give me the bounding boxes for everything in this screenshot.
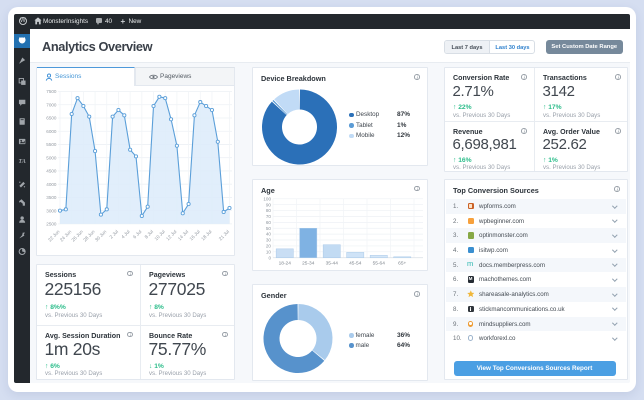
svg-text:4000: 4000: [46, 181, 57, 186]
svg-text:5000: 5000: [46, 155, 57, 160]
svg-text:3000: 3000: [46, 208, 57, 213]
svg-text:70: 70: [266, 214, 272, 219]
svg-text:5500: 5500: [46, 142, 57, 147]
svg-text:65+: 65+: [398, 260, 406, 266]
svg-text:6 Jul: 6 Jul: [132, 229, 143, 240]
svg-text:4500: 4500: [46, 168, 57, 173]
svg-text:2 Jul: 2 Jul: [109, 229, 120, 240]
svg-text:20: 20: [266, 243, 272, 248]
svg-text:18-24: 18-24: [279, 260, 292, 266]
svg-text:TA: TA: [18, 157, 26, 164]
svg-text:7500: 7500: [46, 89, 57, 94]
svg-text:22 Jun: 22 Jun: [47, 228, 61, 242]
svg-text:4 Jul: 4 Jul: [120, 229, 131, 240]
svg-text:45-54: 45-54: [349, 260, 362, 266]
svg-text:14 Jul: 14 Jul: [177, 229, 189, 241]
svg-text:6000: 6000: [46, 128, 57, 133]
svg-text:80: 80: [266, 208, 272, 213]
svg-text:0: 0: [268, 255, 271, 260]
svg-text:55-64: 55-64: [373, 260, 386, 266]
svg-text:50: 50: [266, 225, 272, 230]
svg-text:16 Jul: 16 Jul: [189, 229, 201, 241]
svg-text:18 Jul: 18 Jul: [200, 229, 212, 241]
svg-text:30 Jun: 30 Jun: [94, 228, 108, 242]
svg-text:30: 30: [266, 237, 272, 242]
svg-text:10 Jul: 10 Jul: [154, 229, 166, 241]
svg-text:21 Jul: 21 Jul: [218, 229, 230, 241]
svg-text:6500: 6500: [46, 115, 57, 120]
svg-text:90: 90: [266, 202, 272, 207]
svg-text:100: 100: [263, 196, 271, 201]
svg-text:24 Jun: 24 Jun: [59, 228, 73, 242]
svg-text:26 Jun: 26 Jun: [71, 228, 85, 242]
svg-text:35-44: 35-44: [326, 260, 339, 266]
svg-text:28 Jun: 28 Jun: [82, 228, 96, 242]
svg-text:10: 10: [266, 249, 272, 254]
svg-text:60: 60: [266, 219, 272, 224]
svg-text:7000: 7000: [46, 102, 57, 107]
svg-text:2500: 2500: [46, 221, 57, 226]
svg-text:40: 40: [266, 231, 272, 236]
svg-text:12 Jul: 12 Jul: [165, 229, 177, 241]
svg-text:3500: 3500: [46, 195, 57, 200]
svg-text:25-34: 25-34: [302, 260, 315, 266]
